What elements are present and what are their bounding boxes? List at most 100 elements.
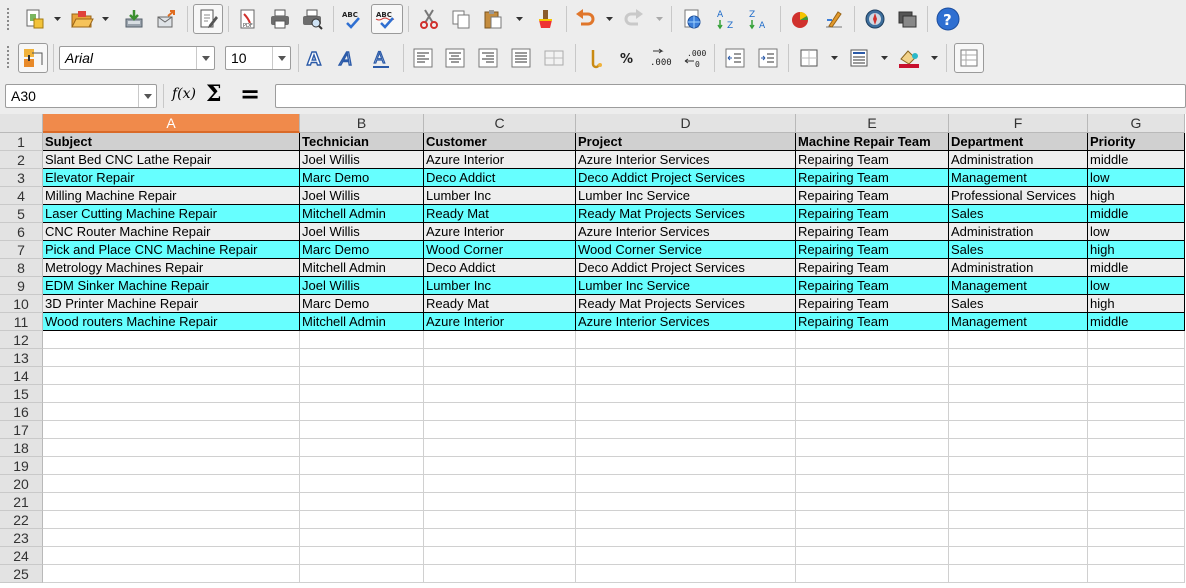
cell-b15[interactable] [300,385,424,403]
cell-d1[interactable]: Project [576,133,796,151]
align-right-icon[interactable] [474,44,502,72]
cell-d20[interactable] [576,475,796,493]
cell-c11[interactable]: Azure Interior [424,313,576,331]
cell-d9[interactable]: Lumber Inc Service [576,277,796,295]
row-header-21[interactable]: 21 [0,493,43,511]
chevron-down-icon[interactable] [138,85,156,107]
cell-e19[interactable] [796,457,949,475]
cell-a11[interactable]: Wood routers Machine Repair [43,313,300,331]
cell-e15[interactable] [796,385,949,403]
column-header-e[interactable]: E [796,114,949,133]
cell-d22[interactable] [576,511,796,529]
cell-a2[interactable]: Slant Bed CNC Lathe Repair [43,151,300,169]
toolbar-grip[interactable] [6,8,10,32]
formula-input[interactable] [275,84,1186,108]
cell-g10[interactable]: high [1088,295,1185,313]
justify-icon[interactable] [507,44,535,72]
navigator-icon[interactable] [861,5,889,33]
cell-d12[interactable] [576,331,796,349]
gallery-icon[interactable] [893,5,921,33]
chevron-down-icon[interactable] [272,47,290,69]
cell-e20[interactable] [796,475,949,493]
cell-f12[interactable] [949,331,1088,349]
cell-c19[interactable] [424,457,576,475]
cell-e11[interactable]: Repairing Team [796,313,949,331]
cell-e21[interactable] [796,493,949,511]
column-header-d[interactable]: D [576,114,796,133]
cell-c18[interactable] [424,439,576,457]
cell-b12[interactable] [300,331,424,349]
merge-cells-icon[interactable] [540,44,568,72]
styles-formatting-icon[interactable] [18,43,48,73]
row-header-3[interactable]: 3 [0,169,43,187]
cell-e18[interactable] [796,439,949,457]
cell-d14[interactable] [576,367,796,385]
column-header-b[interactable]: B [300,114,424,133]
hyperlink-icon[interactable] [679,5,707,33]
cell-b24[interactable] [300,547,424,565]
cell-b23[interactable] [300,529,424,547]
cell-e25[interactable] [796,565,949,583]
cell-e12[interactable] [796,331,949,349]
column-header-f[interactable]: F [949,114,1088,133]
cell-d11[interactable]: Azure Interior Services [576,313,796,331]
cell-d6[interactable]: Azure Interior Services [576,223,796,241]
cell-b10[interactable]: Marc Demo [300,295,424,313]
print-preview-icon[interactable] [298,5,326,33]
cell-e9[interactable]: Repairing Team [796,277,949,295]
save-icon[interactable] [120,5,148,33]
cell-e14[interactable] [796,367,949,385]
cell-e16[interactable] [796,403,949,421]
align-center-icon[interactable] [441,44,469,72]
paste-icon[interactable] [479,5,507,33]
cell-a9[interactable]: EDM Sinker Machine Repair [43,277,300,295]
cell-c1[interactable]: Customer [424,133,576,151]
cell-f13[interactable] [949,349,1088,367]
cell-c23[interactable] [424,529,576,547]
cell-a1[interactable]: Subject [43,133,300,151]
cell-b4[interactable]: Joel Willis [300,187,424,205]
cell-e24[interactable] [796,547,949,565]
column-header-a[interactable]: A [43,114,300,133]
cell-a7[interactable]: Pick and Place CNC Machine Repair [43,241,300,259]
cell-c8[interactable]: Deco Addict [424,259,576,277]
font-name-box[interactable]: Arial [59,46,215,70]
cell-c15[interactable] [424,385,576,403]
cell-b22[interactable] [300,511,424,529]
cell-a16[interactable] [43,403,300,421]
row-header-12[interactable]: 12 [0,331,43,349]
row-header-10[interactable]: 10 [0,295,43,313]
cell-e2[interactable]: Repairing Team [796,151,949,169]
sort-descending-icon[interactable]: ZA [745,5,773,33]
cell-f19[interactable] [949,457,1088,475]
delete-decimal-icon[interactable]: .000 0 [680,44,708,72]
row-header-20[interactable]: 20 [0,475,43,493]
cell-b8[interactable]: Mitchell Admin [300,259,424,277]
cell-c21[interactable] [424,493,576,511]
cell-f8[interactable]: Administration [949,259,1088,277]
column-header-c[interactable]: C [424,114,576,133]
pivot-table-icon[interactable] [820,5,848,33]
cell-f3[interactable]: Management [949,169,1088,187]
cell-f25[interactable] [949,565,1088,583]
cell-b20[interactable] [300,475,424,493]
sum-icon[interactable]: Σ [206,81,222,107]
chart-icon[interactable] [786,5,814,33]
cell-c7[interactable]: Wood Corner [424,241,576,259]
cell-b5[interactable]: Mitchell Admin [300,205,424,223]
cell-c2[interactable]: Azure Interior [424,151,576,169]
cell-f9[interactable]: Management [949,277,1088,295]
cell-f17[interactable] [949,421,1088,439]
row-header-9[interactable]: 9 [0,277,43,295]
export-pdf-icon[interactable]: PDF [234,5,262,33]
export-icon[interactable] [152,5,180,33]
row-header-14[interactable]: 14 [0,367,43,385]
decrease-indent-icon[interactable] [721,44,749,72]
cell-a3[interactable]: Elevator Repair [43,169,300,187]
cell-a10[interactable]: 3D Printer Machine Repair [43,295,300,313]
cell-d17[interactable] [576,421,796,439]
cell-f7[interactable]: Sales [949,241,1088,259]
cell-g11[interactable]: middle [1088,313,1185,331]
row-header-5[interactable]: 5 [0,205,43,223]
cell-e22[interactable] [796,511,949,529]
